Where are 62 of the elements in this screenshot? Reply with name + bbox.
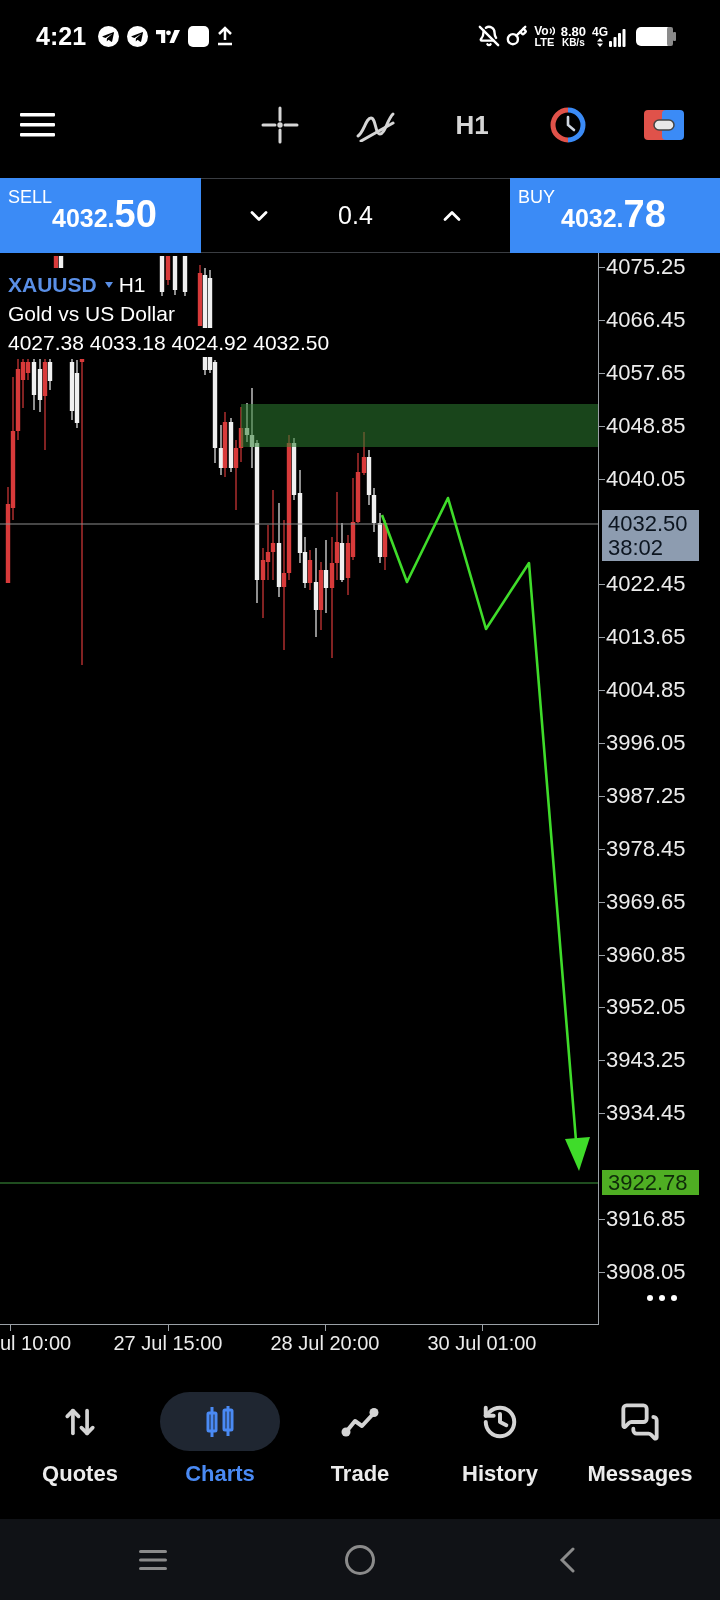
network-type-label: 4G <box>592 25 608 38</box>
time-label: 28 Jul 20:00 <box>270 1331 380 1355</box>
data-arrows-icon <box>597 37 603 47</box>
price-label: 4066.45 <box>606 308 686 331</box>
status-time: 4:21 <box>36 23 87 49</box>
candlestick <box>182 255 188 297</box>
data-speed-value: 8.80 <box>560 24 586 38</box>
time-label: 30 Jul 01:00 <box>427 1331 537 1355</box>
home-icon[interactable] <box>345 1544 375 1575</box>
price-label: 3952.05 <box>606 996 686 1019</box>
more-icon[interactable] <box>647 1294 677 1301</box>
nav-tab[interactable]: Trade <box>290 1365 430 1519</box>
nav-tab[interactable]: Quotes <box>10 1365 150 1519</box>
price-label: 4040.05 <box>606 467 686 490</box>
upload-icon <box>217 26 234 46</box>
chat-icon <box>620 1401 660 1442</box>
app-logo-icon <box>156 29 181 43</box>
price-label: 4004.85 <box>606 679 686 702</box>
price-label: 3987.25 <box>606 784 686 807</box>
ohlc-values: 4027.38 4033.18 4024.92 4032.50 <box>8 328 330 357</box>
back-icon[interactable] <box>559 1546 575 1573</box>
price-label: 3916.85 <box>606 1208 686 1231</box>
price-label: 4022.45 <box>606 573 686 596</box>
caret-icon[interactable] <box>104 281 113 288</box>
time-label: ul 10:00 <box>0 1331 72 1355</box>
nav-tab[interactable]: Charts <box>150 1365 290 1519</box>
telegram-icon <box>127 25 149 47</box>
price-label: 3960.85 <box>606 943 686 966</box>
signal-icon <box>609 28 626 47</box>
price-label: 3996.05 <box>606 732 686 754</box>
nav-tab[interactable]: Messages <box>570 1365 710 1519</box>
price-label: 3908.05 <box>606 1260 686 1283</box>
price-label: 4075.25 <box>606 256 686 278</box>
target-price-tag: 3922.78 <box>602 1170 699 1196</box>
clock-icon[interactable] <box>549 106 587 144</box>
price-label: 4057.65 <box>606 361 686 384</box>
toggle-icon[interactable] <box>644 110 684 140</box>
app-icon <box>188 25 210 47</box>
current-price-value: 4032.50 <box>608 511 688 536</box>
lte-label: LTE <box>534 36 555 48</box>
menu-lines-icon[interactable] <box>139 1549 167 1570</box>
data-speed-unit: KB/s <box>561 37 585 48</box>
key-icon <box>506 25 529 47</box>
signal-waves-icon <box>548 25 555 36</box>
lot-size-field[interactable]: 0.4 <box>338 203 373 228</box>
price-label: 4048.85 <box>606 414 686 437</box>
battery-icon <box>636 26 676 46</box>
menu-icon[interactable] <box>20 113 55 137</box>
timeframe-button[interactable]: H1 <box>455 112 489 138</box>
bell-off-icon <box>478 25 501 47</box>
price-label: 3969.65 <box>606 890 686 913</box>
price-label: 3978.45 <box>606 837 686 860</box>
price-label: 3934.45 <box>606 1102 686 1125</box>
price-label: 3943.25 <box>606 1049 686 1072</box>
countdown-timer: 38:02 <box>608 535 664 560</box>
price-label: 4013.65 <box>606 626 686 649</box>
time-label: 27 Jul 15:00 <box>113 1331 223 1355</box>
nav-tab[interactable]: History <box>430 1365 570 1519</box>
trend-line-icon <box>341 1406 379 1437</box>
crosshair-icon[interactable] <box>261 106 299 144</box>
telegram-icon <box>98 25 120 47</box>
volte-label: Vo <box>534 24 549 37</box>
